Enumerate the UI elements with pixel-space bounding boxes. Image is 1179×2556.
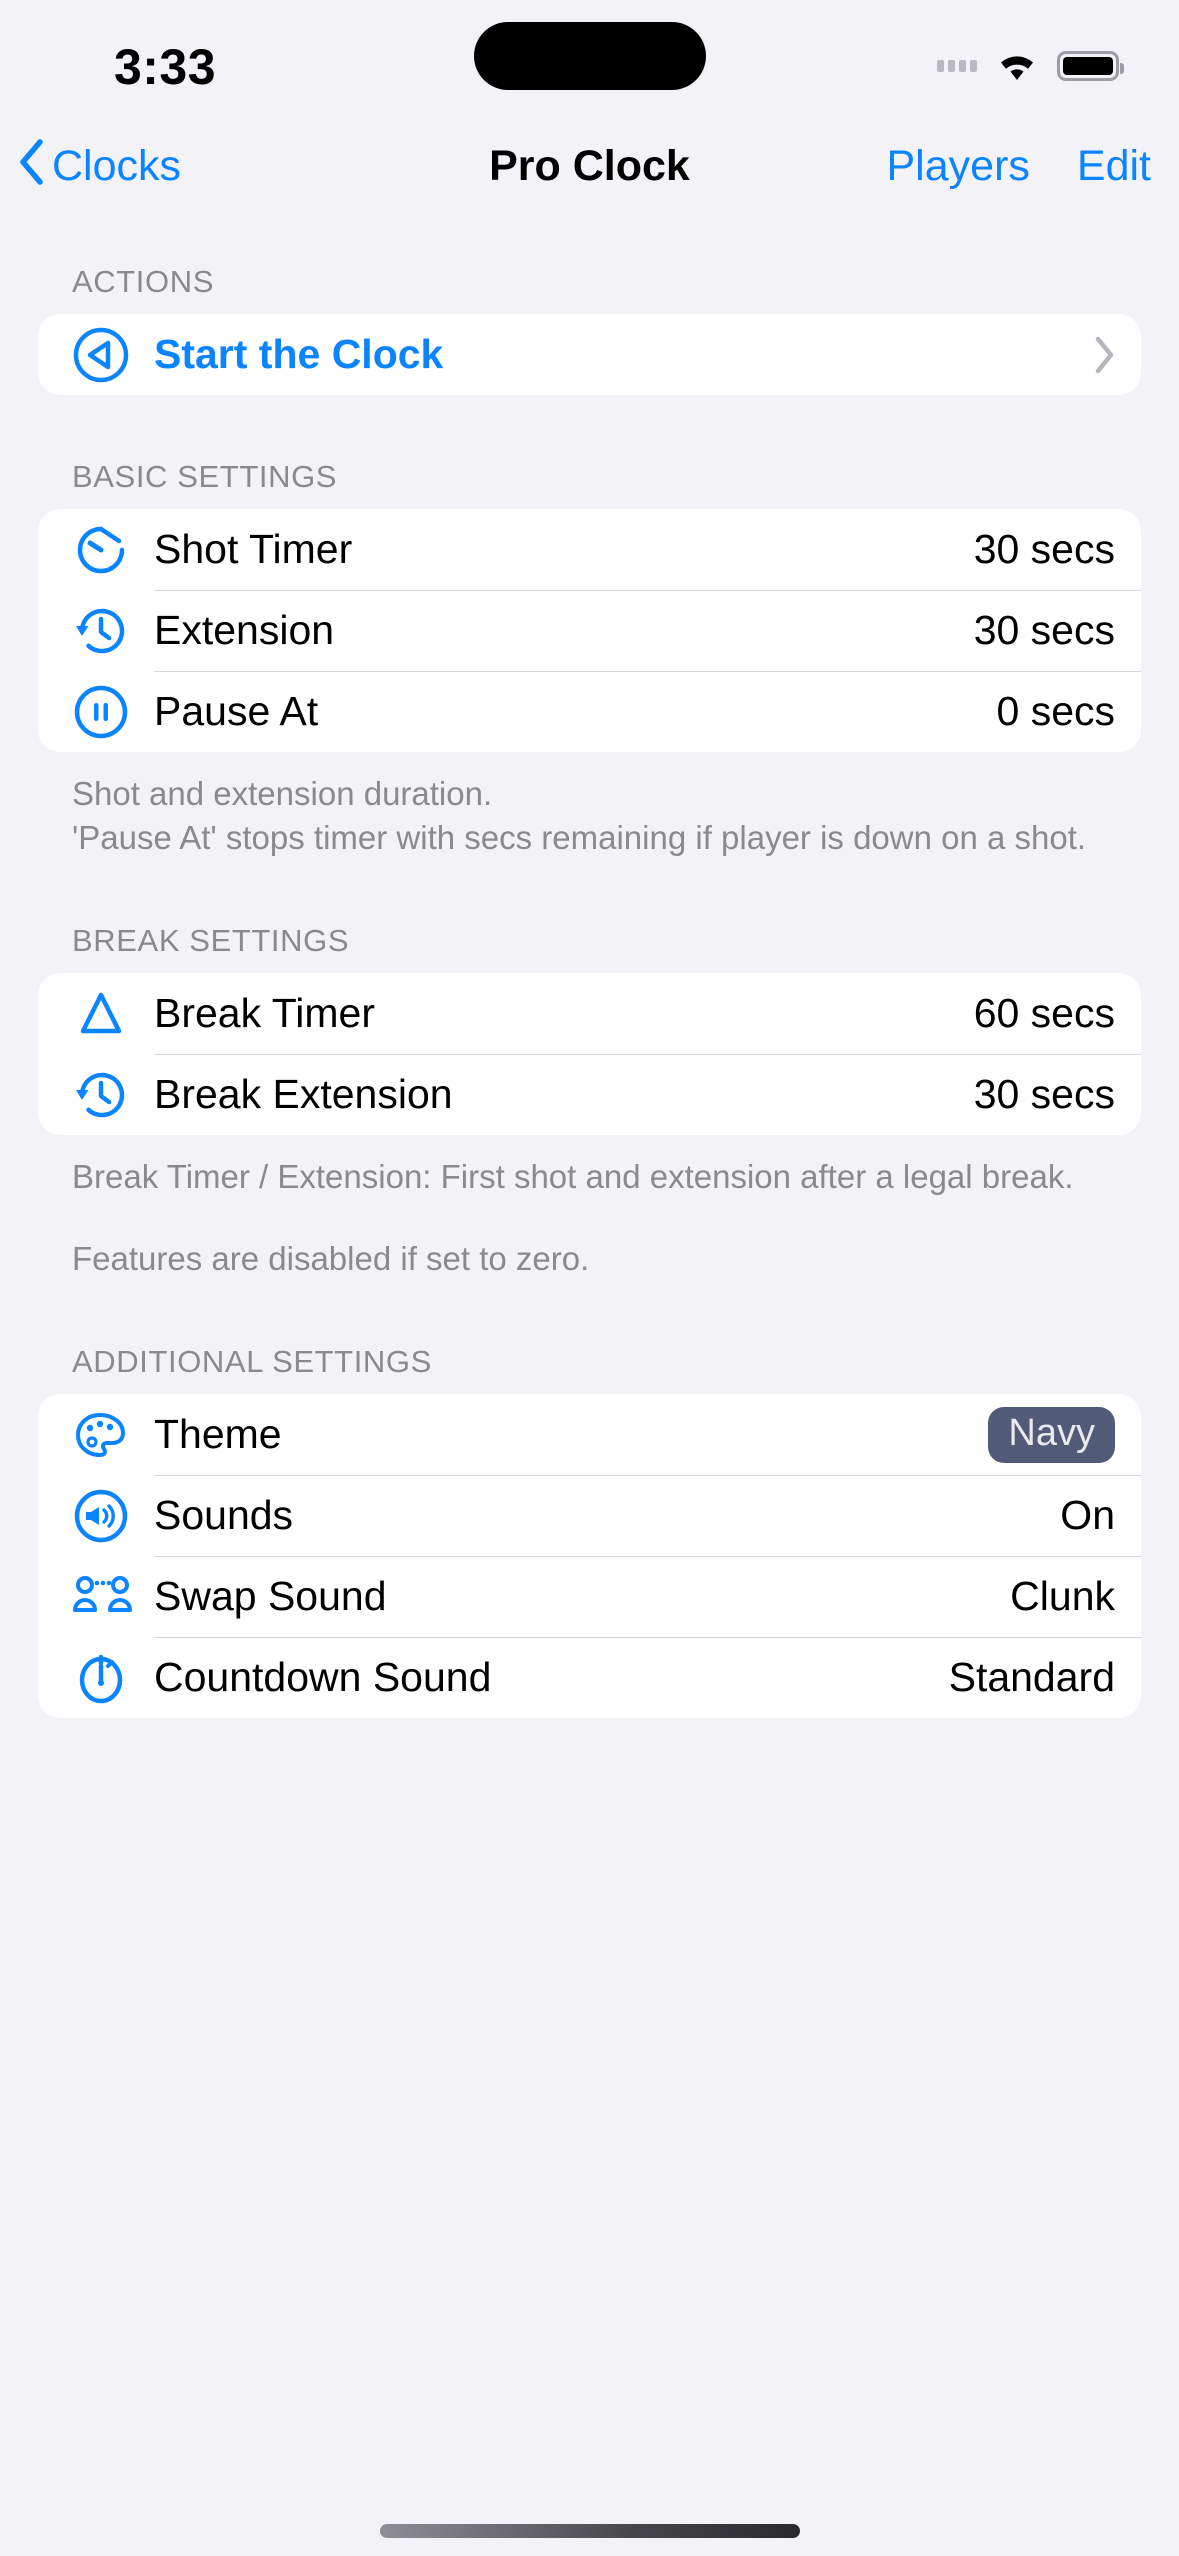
navigation-bar: Clocks Pro Clock Players Edit [0, 120, 1179, 212]
battery-full-icon [1057, 51, 1124, 81]
footnote-break-settings: Break Timer / Extension: First shot and … [72, 1158, 1074, 1196]
row-value: 30 secs [973, 526, 1115, 572]
row-theme[interactable]: Theme Navy [38, 1394, 1141, 1475]
row-break-timer[interactable]: Break Timer 60 secs [38, 973, 1141, 1054]
clock-arrow-icon [72, 1066, 154, 1124]
row-label: Break Timer [154, 990, 375, 1037]
section-card-basic-settings: Shot Timer 30 secs Extension 30 secs Pau… [38, 509, 1141, 752]
row-value: On [1060, 1492, 1115, 1539]
row-label: Pause At [154, 688, 319, 734]
palette-icon [72, 1406, 154, 1464]
section-header-actions: ACTIONS [72, 264, 214, 299]
row-sounds[interactable]: Sounds On [38, 1475, 1141, 1556]
row-value: 30 secs [973, 607, 1115, 653]
section-card-actions: Start the Clock [38, 314, 1141, 395]
row-label: Break Extension [154, 1071, 453, 1118]
players-button[interactable]: Players [887, 142, 1030, 191]
row-label: Swap Sound [154, 1573, 387, 1620]
row-label: Extension [154, 607, 335, 653]
row-extension[interactable]: Extension 30 secs [38, 590, 1141, 671]
status-bar: 3:33 [0, 0, 1179, 120]
section-header-basic-settings: BASIC SETTINGS [72, 459, 338, 494]
row-label: Sounds [154, 1492, 294, 1539]
footnote-basic-settings: Shot and extension duration. 'Pause At' … [72, 775, 1087, 856]
row-label: Start the Clock [154, 331, 444, 377]
section-header-break-settings: BREAK SETTINGS [72, 923, 350, 959]
row-countdown-sound[interactable]: Countdown Sound Standard [38, 1637, 1141, 1718]
play-circle-icon [72, 326, 154, 384]
pause-circle-icon [72, 683, 154, 741]
row-shot-timer[interactable]: Shot Timer 30 secs [38, 509, 1141, 590]
timer-icon [72, 1649, 154, 1707]
stopwatch-icon [72, 521, 154, 579]
edit-button[interactable]: Edit [1077, 142, 1151, 191]
signal-dots-icon [937, 60, 977, 72]
row-label: Shot Timer [154, 526, 353, 572]
dynamic-island [473, 22, 706, 90]
row-value: Standard [948, 1654, 1115, 1701]
settings-list: ACTIONS Start the Clock BASIC SETTINGS S… [0, 212, 1179, 1719]
clock-arrow-icon [72, 602, 154, 660]
row-value: Clunk [1010, 1573, 1115, 1620]
section-card-additional-settings: Theme Navy Sounds On Swap Sound Clunk Co… [38, 1394, 1141, 1719]
status-bar-time: 3:33 [113, 39, 217, 95]
row-start-the-clock[interactable]: Start the Clock [38, 314, 1141, 395]
status-bar-indicators [937, 38, 1124, 82]
section-card-break-settings: Break Timer 60 secs Break Extension 30 s… [38, 973, 1141, 1136]
status-badge[interactable]: Navy [988, 1406, 1115, 1463]
navigation-actions: Players Edit [887, 142, 1152, 191]
section-header-additional-settings: ADDITIONAL SETTINGS [72, 1344, 432, 1380]
chevron-right-icon [1093, 336, 1115, 374]
home-indicator[interactable] [379, 2524, 800, 2538]
row-label: Theme [154, 1411, 282, 1458]
row-break-extension[interactable]: Break Extension 30 secs [38, 1054, 1141, 1135]
row-swap-sound[interactable]: Swap Sound Clunk [38, 1556, 1141, 1637]
footnote-break-settings-secondary: Features are disabled if set to zero. [72, 1239, 590, 1277]
back-button-label: Clocks [52, 141, 182, 190]
row-value: 60 secs [973, 990, 1115, 1037]
chevron-left-icon [18, 138, 44, 196]
row-value: 0 secs [996, 688, 1116, 734]
speaker-wave-icon [72, 1487, 154, 1545]
row-label: Countdown Sound [154, 1654, 492, 1701]
wifi-icon [995, 50, 1039, 82]
row-value: 30 secs [973, 1071, 1115, 1118]
triangle-rack-icon [72, 985, 154, 1043]
back-button[interactable]: Clocks [18, 137, 181, 196]
row-pause-at[interactable]: Pause At 0 secs [38, 671, 1141, 752]
two-people-icon [72, 1568, 154, 1626]
